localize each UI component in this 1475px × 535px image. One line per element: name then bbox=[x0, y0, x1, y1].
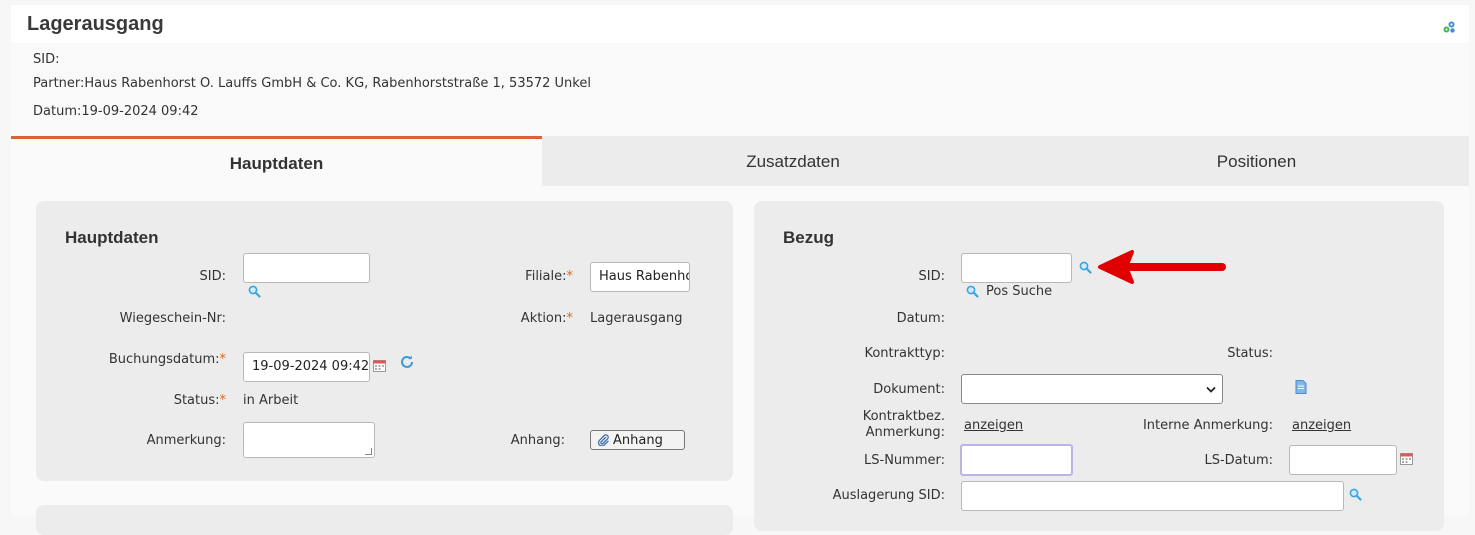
filiale-label: Filiale:* bbox=[525, 269, 573, 284]
kontraktbez-label-line2: Anmerkung: bbox=[865, 425, 945, 440]
info-sid: SID: bbox=[33, 52, 60, 67]
aktion-value: Lagerausgang bbox=[590, 311, 683, 326]
pos-search-icon[interactable] bbox=[966, 285, 979, 298]
bezug-sid-label: SID: bbox=[918, 269, 945, 284]
bezug-title: Bezug bbox=[783, 228, 834, 247]
secondary-card bbox=[36, 505, 733, 535]
tab-zusatzdaten[interactable]: Zusatzdaten bbox=[542, 136, 1044, 186]
kontraktbez-label: Kontraktbez. Anmerkung: bbox=[863, 409, 945, 441]
filiale-input[interactable]: Haus Rabenhorst bbox=[590, 262, 690, 292]
anhang-label: Anhang: bbox=[510, 433, 565, 448]
refresh-icon[interactable] bbox=[399, 354, 415, 370]
anmerkung-label: Anmerkung: bbox=[146, 433, 226, 448]
chevron-down-icon bbox=[1206, 386, 1216, 393]
aktion-label: Aktion:* bbox=[521, 311, 573, 326]
required-mark: * bbox=[566, 269, 574, 284]
interne-anmerkung-anzeigen-link[interactable]: anzeigen bbox=[1292, 418, 1351, 433]
bezug-datum-label: Datum: bbox=[896, 311, 945, 326]
tab-positionen-label: Positionen bbox=[1216, 152, 1297, 171]
buchungsdatum-input[interactable]: 19-09-2024 09:42 bbox=[243, 352, 370, 382]
calendar-icon[interactable] bbox=[1400, 452, 1413, 465]
anmerkung-textarea[interactable] bbox=[243, 422, 375, 458]
kontraktbez-anzeigen-link[interactable]: anzeigen bbox=[964, 418, 1023, 433]
filiale-label-text: Filiale: bbox=[525, 269, 567, 284]
anhang-button[interactable]: Anhang bbox=[590, 430, 685, 450]
kontraktbez-label-line1: Kontraktbez. bbox=[862, 409, 945, 424]
search-icon[interactable] bbox=[1079, 261, 1092, 274]
bezug-sid-input[interactable] bbox=[961, 253, 1072, 283]
settings-gears-icon[interactable] bbox=[1442, 20, 1456, 34]
tab-hauptdaten[interactable]: Hauptdaten bbox=[11, 136, 542, 186]
search-icon[interactable] bbox=[248, 285, 261, 298]
ls-nummer-label: LS-Nummer: bbox=[864, 453, 945, 468]
annotation-arrow bbox=[1098, 250, 1226, 284]
tab-positionen[interactable]: Positionen bbox=[1044, 136, 1469, 186]
page-header: Lagerausgang bbox=[11, 5, 1469, 43]
info-datum: Datum:19-09-2024 09:42 bbox=[33, 104, 199, 119]
interne-anmerkung-label: Interne Anmerkung: bbox=[1142, 418, 1273, 433]
ls-datum-label: LS-Datum: bbox=[1204, 453, 1273, 468]
ls-datum-input[interactable] bbox=[1289, 445, 1397, 475]
required-mark: * bbox=[219, 393, 227, 408]
dokument-select[interactable] bbox=[961, 374, 1223, 404]
pos-suche-link[interactable]: Pos Suche bbox=[986, 284, 1052, 299]
aktion-label-text: Aktion: bbox=[520, 311, 567, 326]
tab-zusatzdaten-label: Zusatzdaten bbox=[746, 152, 840, 171]
status-value: in Arbeit bbox=[243, 393, 299, 408]
buchungsdatum-label: Buchungsdatum:* bbox=[109, 352, 226, 367]
required-mark: * bbox=[219, 352, 227, 367]
wiegeschein-label: Wiegeschein-Nr: bbox=[119, 311, 226, 326]
status-label: Status:* bbox=[174, 393, 226, 408]
buchungsdatum-label-text: Buchungsdatum: bbox=[108, 352, 220, 367]
auslagerung-sid-label: Auslagerung SID: bbox=[832, 488, 945, 503]
status-label-text: Status: bbox=[173, 393, 220, 408]
sid-label: SID: bbox=[199, 269, 226, 284]
bezug-status-label: Status: bbox=[1227, 346, 1273, 361]
required-mark: * bbox=[566, 311, 574, 326]
document-info: SID: Partner:Haus Rabenhorst O. Lauffs G… bbox=[11, 43, 1469, 136]
dokument-label: Dokument: bbox=[873, 382, 945, 397]
paperclip-icon bbox=[597, 434, 609, 446]
auslagerung-sid-input[interactable] bbox=[961, 481, 1344, 511]
tab-bar: Hauptdaten Zusatzdaten Positionen bbox=[11, 136, 1469, 186]
sid-input[interactable] bbox=[243, 253, 370, 283]
hauptdaten-title: Hauptdaten bbox=[65, 228, 159, 247]
calendar-icon[interactable] bbox=[373, 359, 386, 372]
document-icon[interactable] bbox=[1295, 380, 1307, 394]
search-icon[interactable] bbox=[1349, 488, 1362, 501]
info-partner: Partner:Haus Rabenhorst O. Lauffs GmbH &… bbox=[33, 76, 591, 91]
page-title: Lagerausgang bbox=[27, 13, 164, 35]
anhang-button-label: Anhang bbox=[613, 433, 663, 448]
tab-hauptdaten-label: Hauptdaten bbox=[229, 154, 324, 173]
hauptdaten-card: Hauptdaten SID: Wiegeschein-Nr: Buchungs… bbox=[36, 201, 733, 481]
ls-nummer-input[interactable] bbox=[960, 444, 1073, 476]
kontrakttyp-label: Kontrakttyp: bbox=[864, 346, 945, 361]
